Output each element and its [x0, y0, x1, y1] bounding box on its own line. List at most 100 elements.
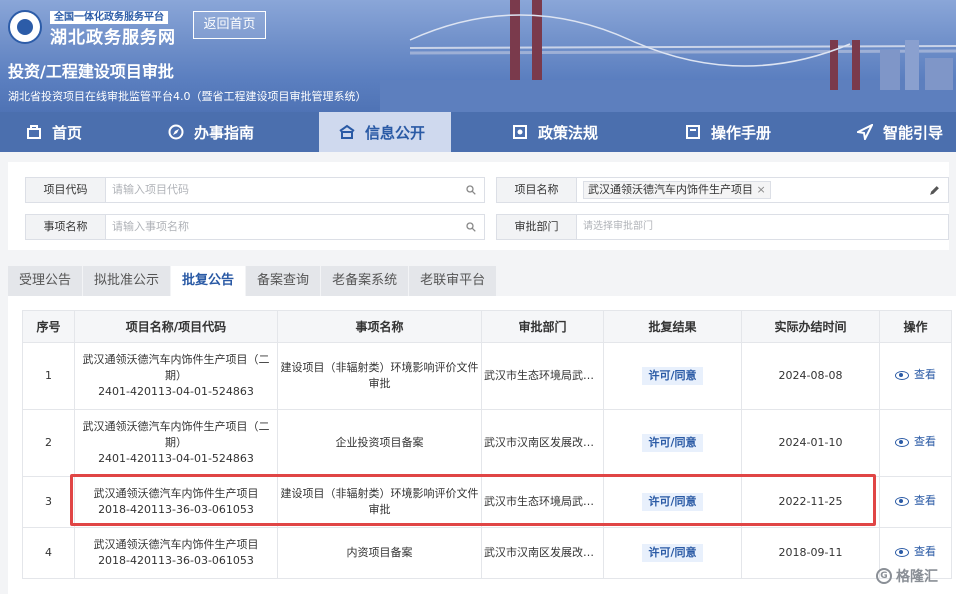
row-action: 查看: [879, 476, 952, 528]
row-project: 武汉通领沃德汽车内饰件生产项目 2018-420113-36-03-061053: [74, 476, 278, 528]
policy-icon: [513, 125, 527, 139]
tab-old-joint-review[interactable]: 老联审平台: [409, 266, 498, 296]
table-row: 1 武汉通领沃德汽车内饰件生产项目（二期） 2401-420113-04-01-5…: [22, 342, 952, 410]
eye-icon: [895, 496, 909, 506]
project-code: 2401-420113-04-01-524863: [98, 452, 254, 465]
nav-manual[interactable]: 操作手册: [685, 112, 771, 152]
search-icon[interactable]: [466, 185, 476, 195]
table-row: 3 武汉通领沃德汽车内饰件生产项目 2018-420113-36-03-06105…: [22, 476, 952, 528]
system-title: 投资/工程建设项目审批: [8, 62, 174, 81]
nav-label: 信息公开: [365, 123, 426, 142]
tab-old-record-system[interactable]: 老备案系统: [321, 266, 410, 296]
watermark-text: 格隆汇: [896, 569, 938, 585]
nav-label: 首页: [52, 123, 83, 142]
results-table: 序号 项目名称/项目代码 事项名称 审批部门 批复结果 实际办结时间 操作 1 …: [22, 310, 952, 579]
row-no: 4: [22, 527, 75, 579]
view-button[interactable]: 查看: [895, 434, 936, 450]
project-name: 武汉通领沃德汽车内饰件生产项目（二期）: [82, 353, 270, 382]
row-result: 许可/同意: [603, 527, 742, 579]
watermark-logo-icon: G: [876, 568, 892, 584]
result-badge: 许可/同意: [642, 493, 703, 511]
row-dept: 武汉市汉南区发展改革...: [481, 409, 604, 477]
edit-icon[interactable]: [929, 185, 940, 196]
view-button[interactable]: 查看: [895, 367, 936, 383]
field-label: 项目代码: [26, 178, 106, 202]
project-code: 2018-420113-36-03-061053: [98, 554, 254, 567]
row-result: 许可/同意: [603, 342, 742, 410]
project-name: 武汉通领沃德汽车内饰件生产项目: [93, 487, 259, 500]
project-name-tag: 武汉通领沃德汽车内饰件生产项目 ×: [583, 181, 771, 199]
row-project: 武汉通领沃德汽车内饰件生产项目 2018-420113-36-03-061053: [74, 527, 278, 579]
result-badge: 许可/同意: [642, 367, 703, 385]
portal-title[interactable]: 湖北政务服务网: [50, 23, 176, 48]
system-subtitle: 湖北省投资项目在线审批监管平台4.0（暨省工程建设项目审批管理系统）: [8, 90, 367, 103]
tag-label: 武汉通领沃德汽车内饰件生产项目: [588, 183, 753, 196]
view-label: 查看: [914, 494, 936, 508]
watermark: G 格隆汇: [876, 566, 938, 586]
nav-label: 办事指南: [194, 123, 255, 142]
nav-label: 政策法规: [538, 123, 599, 142]
results-panel: 序号 项目名称/项目代码 事项名称 审批部门 批复结果 实际办结时间 操作 1 …: [8, 296, 956, 594]
tab-bar: 受理公告 拟批准公示 批复公告 备案查询 老备案系统 老联审平台: [8, 266, 498, 296]
nav-guide[interactable]: 办事指南: [168, 112, 254, 152]
eye-icon: [895, 437, 909, 447]
tab-pre-approval[interactable]: 拟批准公示: [83, 266, 172, 296]
info-icon: [339, 124, 355, 139]
project-name-field: 项目名称 武汉通领沃德汽车内饰件生产项目 ×: [496, 177, 949, 203]
nav-policy[interactable]: 政策法规: [512, 112, 598, 152]
nav-info-public[interactable]: 信息公开: [319, 112, 451, 152]
result-badge: 许可/同意: [642, 544, 703, 562]
row-no: 3: [22, 476, 75, 528]
nav-home[interactable]: 首页: [26, 112, 82, 152]
view-button[interactable]: 查看: [895, 544, 936, 560]
table-header-row: 序号 项目名称/项目代码 事项名称 审批部门 批复结果 实际办结时间 操作: [22, 310, 952, 343]
col-dept: 审批部门: [481, 310, 604, 343]
view-label: 查看: [914, 545, 936, 559]
compass-icon: [168, 124, 184, 140]
tab-approval-notice[interactable]: 批复公告: [171, 266, 247, 296]
field-label: 项目名称: [497, 178, 577, 202]
project-name: 武汉通领沃德汽车内饰件生产项目: [93, 538, 259, 551]
tab-record-query[interactable]: 备案查询: [246, 266, 322, 296]
back-home-button[interactable]: 返回首页: [193, 11, 266, 39]
tag-close-icon[interactable]: ×: [757, 183, 766, 196]
table-row: 2 武汉通领沃德汽车内饰件生产项目（二期） 2401-420113-04-01-5…: [22, 409, 952, 477]
row-dept: 武汉市汉南区发展改革...: [481, 527, 604, 579]
nav-label: 操作手册: [711, 123, 772, 142]
row-dept: 武汉市生态环境局武汉...: [481, 476, 604, 528]
view-button[interactable]: 查看: [895, 493, 936, 509]
book-icon: [686, 125, 700, 139]
nav-label: 智能引导: [883, 123, 944, 142]
nav-smart-guide[interactable]: 智能引导: [857, 112, 943, 152]
portal-logo[interactable]: [8, 10, 42, 44]
row-project: 武汉通领沃德汽车内饰件生产项目（二期） 2401-420113-04-01-524…: [74, 342, 278, 410]
row-date: 2024-08-08: [741, 342, 880, 410]
view-label: 查看: [914, 368, 936, 382]
row-result: 许可/同意: [603, 409, 742, 477]
row-matter: 建设项目（非辐射类）环境影响评价文件审批: [277, 342, 482, 410]
matter-name-input[interactable]: 请输入事项名称: [106, 215, 484, 239]
result-badge: 许可/同意: [642, 434, 703, 452]
row-action: 查看: [879, 342, 952, 410]
project-code-input[interactable]: 请输入项目代码: [106, 178, 484, 202]
matter-name-field: 事项名称 请输入事项名称: [25, 214, 485, 240]
bridge-illustration: [380, 0, 956, 112]
row-matter: 企业投资项目备案: [277, 409, 482, 477]
navigate-icon: [857, 124, 873, 140]
header-banner: 全国一体化政务服务平台 湖北政务服务网 返回首页 投资/工程建设项目审批 湖北省…: [0, 0, 956, 112]
home-icon: [27, 125, 41, 139]
row-project: 武汉通领沃德汽车内饰件生产项目（二期） 2401-420113-04-01-524…: [74, 409, 278, 477]
table-row: 4 武汉通领沃德汽车内饰件生产项目 2018-420113-36-03-06105…: [22, 527, 952, 579]
project-name-input[interactable]: 武汉通领沃德汽车内饰件生产项目 ×: [577, 178, 948, 202]
row-dept: 武汉市生态环境局武汉...: [481, 342, 604, 410]
search-icon[interactable]: [466, 222, 476, 232]
dept-field: 审批部门 请选择审批部门: [496, 214, 949, 240]
eye-icon: [895, 547, 909, 557]
eye-icon: [895, 370, 909, 380]
col-project: 项目名称/项目代码: [74, 310, 278, 343]
project-name: 武汉通领沃德汽车内饰件生产项目（二期）: [82, 420, 270, 449]
dept-select[interactable]: 请选择审批部门: [577, 215, 948, 239]
row-date: 2024-01-10: [741, 409, 880, 477]
field-label: 审批部门: [497, 215, 577, 239]
tab-accept-notice[interactable]: 受理公告: [8, 266, 84, 296]
